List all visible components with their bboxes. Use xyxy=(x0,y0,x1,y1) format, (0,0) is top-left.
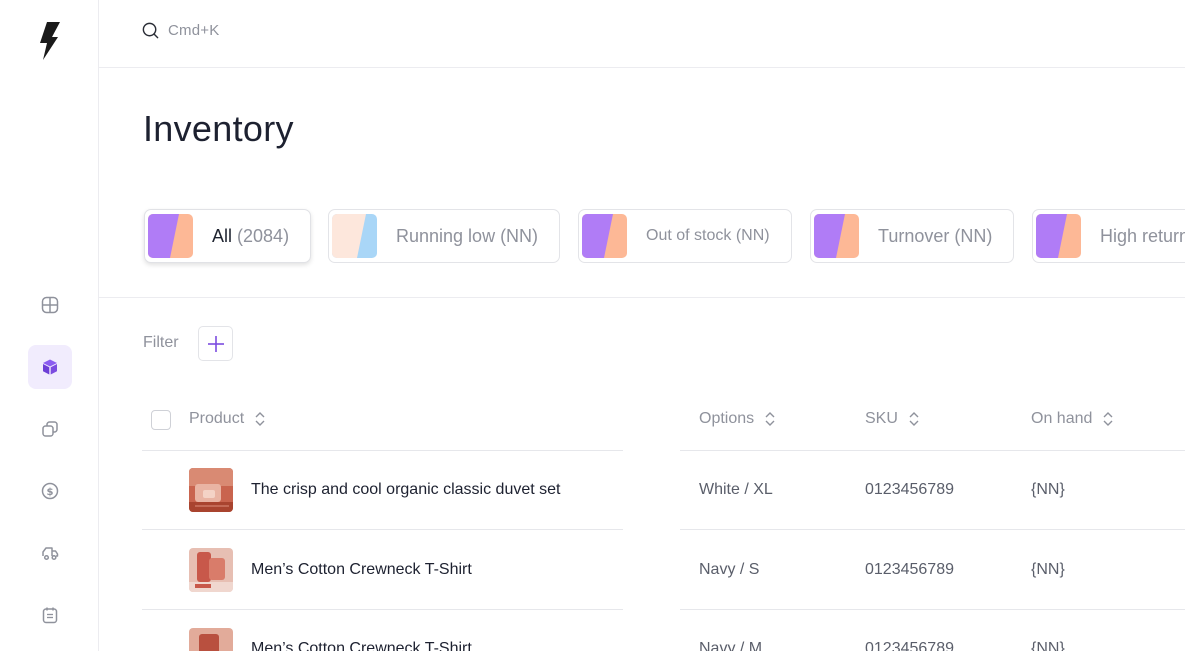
dollar-icon: $ xyxy=(41,482,59,500)
product-on-hand: {NN} xyxy=(1031,481,1065,498)
segment-high-return[interactable]: High return xyxy=(1032,209,1185,263)
product-options: Navy / S xyxy=(699,561,760,578)
sidebar-item-shipping[interactable] xyxy=(28,531,72,575)
row-divider xyxy=(142,450,623,451)
segment-out-of-stock-label: Out of stock (NN) xyxy=(646,227,770,244)
product-on-hand: {NN} xyxy=(1031,561,1065,578)
column-header-options[interactable]: Options xyxy=(699,410,776,428)
segment-all[interactable]: All (2084) xyxy=(144,209,311,263)
column-header-sku[interactable]: SKU xyxy=(865,410,920,428)
product-options: Navy / M xyxy=(699,640,763,651)
product-name[interactable]: The crisp and cool organic classic duvet… xyxy=(251,481,560,499)
product-on-hand: {NN} xyxy=(1031,640,1065,651)
row-divider xyxy=(680,609,1185,610)
segment-swatch-icon xyxy=(1036,214,1081,258)
segment-swatch-icon xyxy=(814,214,859,258)
segment-swatch-icon xyxy=(148,214,193,258)
column-header-product-label: Product xyxy=(189,410,245,427)
segment-high-return-label: High return xyxy=(1100,225,1185,246)
column-header-on-hand-label: On hand xyxy=(1031,410,1093,427)
row-divider xyxy=(680,450,1185,451)
row-divider xyxy=(142,529,623,530)
top-bar: Cmd+K xyxy=(99,0,1185,68)
bolt-logo-icon[interactable] xyxy=(38,22,62,62)
sort-icon xyxy=(765,412,775,426)
segment-all-name: All xyxy=(212,225,233,246)
select-all-checkbox[interactable] xyxy=(151,410,171,430)
svg-text:$: $ xyxy=(47,487,54,498)
column-header-options-label: Options xyxy=(699,410,755,427)
segment-turnover-label: Turnover (NN) xyxy=(878,225,993,246)
dashboard-grid-icon xyxy=(41,296,59,314)
segment-out-of-stock[interactable]: Out of stock (NN) xyxy=(578,209,792,263)
row-divider xyxy=(680,529,1185,530)
column-header-on-hand[interactable]: On hand xyxy=(1031,410,1114,428)
sidebar-item-dashboard[interactable] xyxy=(28,283,72,327)
segment-all-count: (2084) xyxy=(237,225,290,246)
product-thumbnail[interactable] xyxy=(189,628,233,651)
product-thumbnail[interactable] xyxy=(189,548,233,592)
segment-running-low[interactable]: Running low (NN) xyxy=(328,209,560,263)
product-sku: 0123456789 xyxy=(865,561,954,578)
calendar-report-icon xyxy=(42,607,58,624)
filter-label: Filter xyxy=(143,334,179,351)
search-placeholder: Cmd+K xyxy=(168,22,220,39)
segment-swatch-icon xyxy=(582,214,627,258)
sort-icon xyxy=(1103,412,1113,426)
segment-turnover[interactable]: Turnover (NN) xyxy=(810,209,1014,263)
truck-icon xyxy=(42,547,59,561)
sidebar-item-reports[interactable] xyxy=(28,593,72,637)
row-divider xyxy=(142,609,623,610)
product-sku: 0123456789 xyxy=(865,640,954,651)
inventory-box-icon xyxy=(43,359,57,375)
sidebar-item-inventory[interactable] xyxy=(28,345,72,389)
sidebar: $ xyxy=(0,0,99,651)
section-divider xyxy=(99,297,1185,298)
sidebar-item-copies[interactable] xyxy=(28,407,72,451)
sort-icon xyxy=(909,412,919,426)
segment-running-low-label: Running low (NN) xyxy=(396,225,539,246)
column-header-sku-label: SKU xyxy=(865,410,898,427)
segment-swatch-icon xyxy=(332,214,377,258)
product-name[interactable]: Men’s Cotton Crewneck T-Shirt xyxy=(251,561,472,579)
search-input[interactable]: Cmd+K xyxy=(141,21,219,40)
search-icon xyxy=(142,22,159,39)
sort-icon xyxy=(255,412,265,426)
add-filter-button[interactable] xyxy=(198,326,233,361)
sidebar-item-payments[interactable]: $ xyxy=(28,469,72,513)
page-title: Inventory xyxy=(143,108,294,149)
copies-icon xyxy=(42,421,58,437)
plus-icon xyxy=(207,335,224,352)
product-sku: 0123456789 xyxy=(865,481,954,498)
product-name[interactable]: Men’s Cotton Crewneck T-Shirt xyxy=(251,640,472,651)
column-header-product[interactable]: Product xyxy=(189,410,266,428)
product-thumbnail[interactable] xyxy=(189,468,233,512)
segment-all-label: All (2084) xyxy=(212,226,289,247)
product-options: White / XL xyxy=(699,481,773,498)
